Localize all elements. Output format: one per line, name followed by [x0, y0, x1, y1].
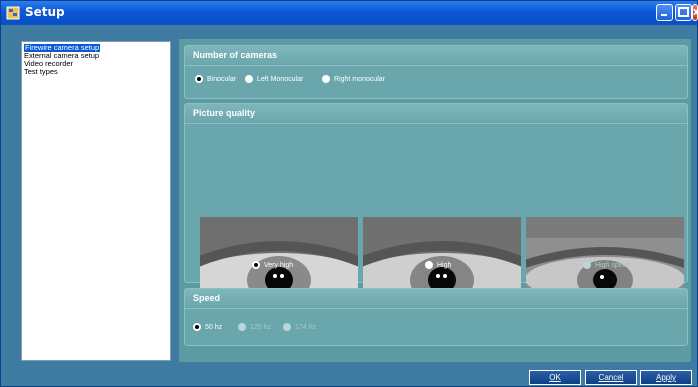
speed-120hz-label: 120 hz — [250, 323, 272, 331]
radio-unchecked-icon — [245, 75, 253, 83]
speed-group: Speed 50 hz 120 hz 174 hz — [184, 288, 688, 346]
cancel-button-label: Cancel — [598, 373, 624, 382]
binocular-label: Binocular — [207, 75, 237, 83]
ok-button[interactable]: OK — [529, 370, 581, 385]
high-speed-label: High speed — [595, 261, 631, 269]
setup-window: Setup Firewire camera setup External cam… — [0, 0, 698, 387]
picture-quality-header: Picture quality — [185, 104, 687, 124]
settings-panel: Number of cameras Binocular Left Monocul… — [179, 39, 691, 362]
very-high-radio[interactable]: Very high — [252, 261, 293, 269]
radio-unchecked-icon — [425, 261, 433, 269]
close-icon — [693, 8, 698, 16]
left-monocular-label: Left Monocular — [257, 75, 304, 83]
minimize-icon — [661, 14, 667, 16]
speed-120hz-radio[interactable]: 120 hz — [238, 323, 271, 331]
radio-disabled-icon — [583, 261, 591, 269]
apply-button[interactable]: Apply — [640, 370, 692, 385]
minimize-button[interactable] — [656, 4, 673, 21]
high-speed-radio[interactable]: High speed — [583, 261, 630, 269]
speed-174hz-radio[interactable]: 174 hz — [283, 323, 316, 331]
right-monocular-label: Right monocular — [334, 75, 385, 83]
radio-checked-icon — [252, 261, 260, 269]
very-high-label: Very high — [264, 261, 294, 269]
window-client-area: Firewire camera setup External camera se… — [7, 29, 693, 385]
setup-app-icon — [6, 6, 20, 20]
binocular-radio[interactable]: Binocular — [195, 75, 236, 83]
settings-tree[interactable]: Firewire camera setup External camera se… — [21, 41, 171, 361]
speed-50hz-label: 50 hz — [205, 323, 223, 331]
radio-disabled-icon — [238, 323, 246, 331]
radio-checked-icon — [193, 323, 201, 331]
right-monocular-radio[interactable]: Right monocular — [322, 75, 385, 83]
close-button[interactable] — [692, 4, 698, 21]
tree-item-test-types[interactable]: Test types — [24, 68, 168, 76]
title-bar[interactable]: Setup — [1, 1, 698, 25]
high-label: High — [437, 261, 452, 269]
speed-header: Speed — [185, 289, 687, 309]
radio-checked-icon — [195, 75, 203, 83]
left-monocular-radio[interactable]: Left Monocular — [245, 75, 303, 83]
radio-unchecked-icon — [322, 75, 330, 83]
picture-quality-group: Picture quality Very high High High spee… — [184, 103, 688, 335]
speed-50hz-radio[interactable]: 50 hz — [193, 323, 222, 331]
number-of-cameras-group: Number of cameras Binocular Left Monocul… — [184, 45, 688, 99]
maximize-button[interactable] — [675, 4, 692, 21]
number-of-cameras-header: Number of cameras — [185, 46, 687, 66]
maximize-icon — [678, 7, 689, 17]
high-radio[interactable]: High — [425, 261, 451, 269]
ok-button-label: OK — [549, 373, 561, 382]
radio-disabled-icon — [283, 323, 291, 331]
speed-174hz-label: 174 hz — [295, 323, 317, 331]
window-title: Setup — [25, 5, 65, 19]
apply-button-label: Apply — [655, 373, 676, 382]
cancel-button[interactable]: Cancel — [585, 370, 637, 385]
